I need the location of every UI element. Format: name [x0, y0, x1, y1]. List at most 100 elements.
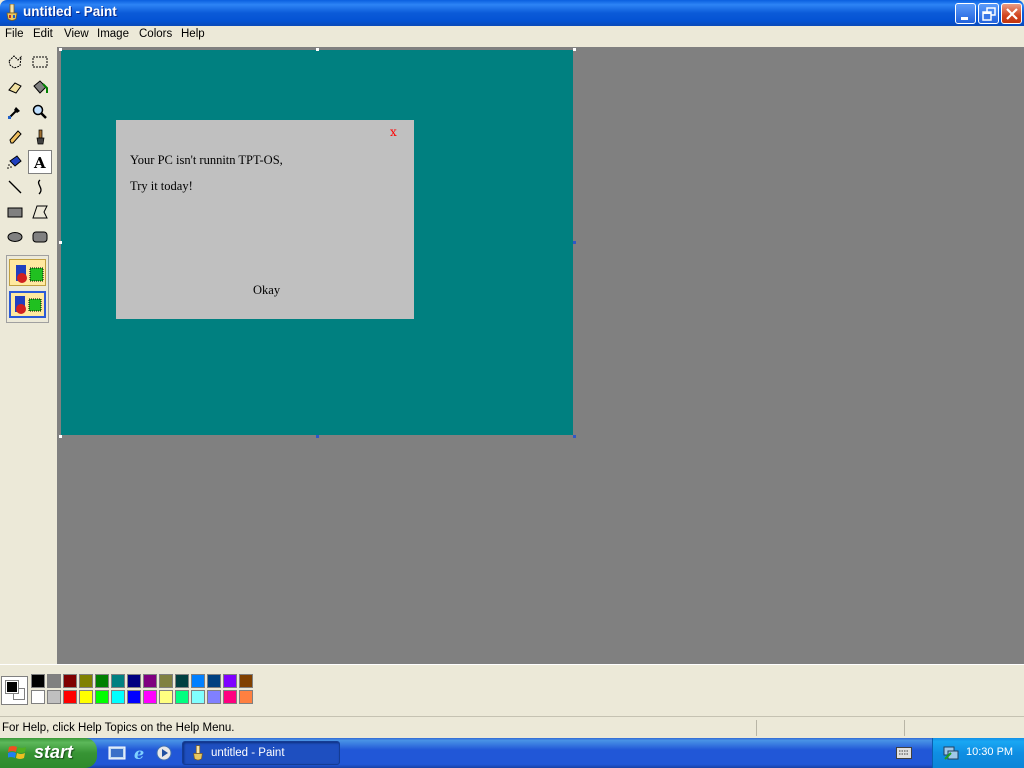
paint-app-icon: [6, 4, 18, 21]
drawn-okay-label: Okay: [253, 283, 281, 297]
pencil-icon: [9, 130, 22, 144]
palette-swatch[interactable]: [159, 674, 173, 688]
magnifier-tool[interactable]: [28, 100, 52, 124]
color-palette: [0, 664, 1024, 714]
palette-swatch[interactable]: [207, 674, 221, 688]
rect-select-icon: [32, 56, 48, 68]
palette-swatch[interactable]: [159, 690, 173, 704]
menu-colors[interactable]: Colors: [139, 28, 172, 40]
airbrush-tool[interactable]: [3, 150, 27, 174]
palette-swatch[interactable]: [47, 674, 61, 688]
paint-bucket-icon: [33, 80, 48, 94]
current-colors-box: [1, 676, 28, 705]
curve-icon: [37, 179, 42, 195]
tool-options-box: [6, 255, 49, 323]
line-icon: [8, 180, 22, 194]
palette-swatch[interactable]: [207, 690, 221, 704]
menu-help[interactable]: Help: [181, 28, 205, 40]
polygon-icon: [32, 205, 48, 219]
menu-bar: File Edit View Image Colors Help: [0, 26, 1024, 44]
pencil-tool[interactable]: [3, 125, 27, 149]
palette-swatch[interactable]: [111, 690, 125, 704]
drawn-message-line2: Try it today!: [130, 179, 193, 193]
keyboard-icon[interactable]: [896, 747, 912, 759]
palette-swatch[interactable]: [79, 674, 93, 688]
menu-file[interactable]: File: [5, 28, 24, 40]
resize-handle-bottom[interactable]: [316, 435, 319, 438]
title-bar[interactable]: untitled - Paint: [0, 0, 1024, 26]
windows-logo-icon: [8, 746, 26, 759]
restore-button[interactable]: [978, 3, 999, 24]
palette-swatch[interactable]: [191, 674, 205, 688]
rounded-rectangle-tool[interactable]: [28, 225, 52, 249]
opaque-background-option[interactable]: [9, 259, 46, 286]
brush-icon: [36, 129, 45, 145]
fill-tool[interactable]: [28, 75, 52, 99]
taskbar-item-label: untitled - Paint: [211, 747, 285, 759]
palette-swatch[interactable]: [111, 674, 125, 688]
menu-image[interactable]: Image: [97, 28, 129, 40]
internet-explorer-icon[interactable]: e: [132, 744, 150, 762]
eraser-icon: [8, 82, 22, 94]
show-desktop-icon[interactable]: [108, 744, 126, 762]
status-bar: For Help, click Help Topics on the Help …: [0, 716, 1024, 738]
magnifier-icon: [32, 104, 47, 119]
window-title: untitled - Paint: [23, 4, 117, 19]
palette-swatch[interactable]: [239, 674, 253, 688]
opaque-option-icon: [16, 265, 44, 283]
free-form-select-tool[interactable]: [3, 50, 27, 74]
menu-edit[interactable]: Edit: [33, 28, 53, 40]
line-tool[interactable]: [3, 175, 27, 199]
resize-handle-corner[interactable]: [573, 435, 576, 438]
palette-swatch[interactable]: [143, 674, 157, 688]
rounded-rectangle-icon: [32, 231, 48, 243]
palette-swatch[interactable]: [95, 674, 109, 688]
palette-swatch[interactable]: [239, 690, 253, 704]
drawn-close-mark: x: [390, 125, 397, 139]
rectangle-tool[interactable]: [3, 200, 27, 224]
palette-swatch[interactable]: [47, 690, 61, 704]
toolbox: A: [0, 47, 56, 664]
select-tool[interactable]: [28, 50, 52, 74]
eraser-tool[interactable]: [3, 75, 27, 99]
palette-swatch[interactable]: [127, 674, 141, 688]
resize-handle: [59, 241, 62, 244]
clock: 10:30 PM: [966, 746, 1014, 758]
palette-swatch[interactable]: [79, 690, 93, 704]
media-player-icon[interactable]: [155, 744, 173, 762]
palette-swatch[interactable]: [223, 674, 237, 688]
network-icon[interactable]: [943, 745, 959, 761]
resize-handle-right[interactable]: [573, 241, 576, 244]
ellipse-tool[interactable]: [3, 225, 27, 249]
menu-view[interactable]: View: [64, 28, 89, 40]
svg-text:e: e: [134, 744, 144, 762]
status-divider: [756, 720, 757, 736]
polygon-tool[interactable]: [28, 200, 52, 224]
brush-tool[interactable]: [28, 125, 52, 149]
palette-swatch[interactable]: [31, 674, 45, 688]
close-button[interactable]: [1001, 3, 1022, 24]
palette-swatch[interactable]: [191, 690, 205, 704]
close-icon: [1006, 8, 1018, 20]
palette-swatch[interactable]: [95, 690, 109, 704]
palette-swatch[interactable]: [143, 690, 157, 704]
palette-swatch[interactable]: [63, 674, 77, 688]
text-tool-icon: A: [33, 154, 46, 171]
ellipse-icon: [7, 232, 23, 242]
pick-color-tool[interactable]: [3, 100, 27, 124]
start-button[interactable]: start: [0, 738, 97, 768]
curve-tool[interactable]: [28, 175, 52, 199]
taskbar-item-paint[interactable]: untitled - Paint: [182, 741, 340, 765]
text-tool[interactable]: A: [28, 150, 52, 174]
transparent-background-option[interactable]: [9, 291, 46, 318]
palette-swatch[interactable]: [63, 690, 77, 704]
palette-swatch[interactable]: [127, 690, 141, 704]
airbrush-icon: [7, 155, 22, 169]
palette-swatch[interactable]: [31, 690, 45, 704]
palette-swatch[interactable]: [175, 690, 189, 704]
minimize-button[interactable]: [955, 3, 976, 24]
taskbar: start e untitled - Paint 10:30 PM: [0, 738, 1024, 768]
palette-swatch[interactable]: [175, 674, 189, 688]
svg-text:A: A: [33, 154, 46, 171]
palette-swatch[interactable]: [223, 690, 237, 704]
